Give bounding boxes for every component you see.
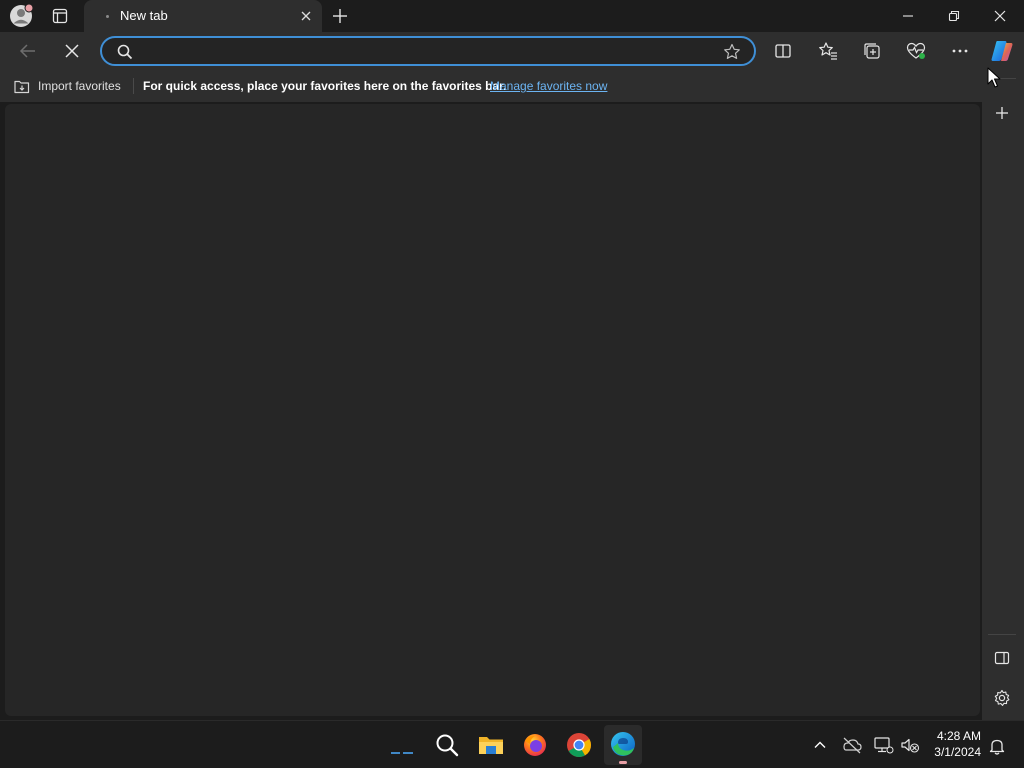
split-screen-button[interactable] <box>772 40 794 62</box>
restore-icon <box>948 10 960 22</box>
sidebar <box>982 70 1024 720</box>
taskbar-chrome[interactable] <box>565 731 593 759</box>
running-indicator <box>619 761 627 764</box>
sidebar-add-button[interactable] <box>992 103 1012 123</box>
chevron-up-icon <box>814 741 826 748</box>
manage-favorites-link[interactable]: Manage favorites now <box>490 79 607 93</box>
network-icon <box>874 737 894 754</box>
heart-pulse-icon <box>906 42 926 59</box>
screen: New tab Import favorites For quick acces… <box>0 0 1024 768</box>
taskbar-file-explorer[interactable] <box>477 731 505 759</box>
tab-title: New tab <box>120 8 168 23</box>
network-status[interactable] <box>872 735 894 755</box>
address-input[interactable] <box>142 42 702 60</box>
sidebar-divider-bottom <box>988 634 1016 635</box>
copilot-button[interactable] <box>988 38 1016 64</box>
plus-icon <box>996 107 1008 119</box>
volume-status[interactable] <box>899 735 921 755</box>
settings-and-more-button[interactable] <box>949 40 971 62</box>
import-favorites-button[interactable]: Import favorites <box>12 76 128 96</box>
onedrive-status[interactable] <box>841 735 863 755</box>
close-icon <box>301 11 311 21</box>
hide-sidebar-button[interactable] <box>992 648 1012 668</box>
edge-icon <box>611 732 635 756</box>
stop-loading-button[interactable] <box>61 40 83 62</box>
chrome-icon <box>567 733 591 758</box>
taskbar-firefox[interactable] <box>521 731 549 759</box>
taskbar-edge[interactable] <box>604 725 642 765</box>
file-explorer-icon <box>479 737 503 754</box>
tab-close-button[interactable] <box>298 8 314 24</box>
minimize-icon <box>903 15 913 17</box>
sidebar-panel-icon <box>994 651 1010 665</box>
taskbar-widgets[interactable] <box>388 731 416 759</box>
favorites-divider <box>133 78 134 94</box>
plus-icon <box>333 9 347 23</box>
cloud-offline-icon <box>843 737 862 754</box>
collections-icon <box>864 43 880 59</box>
close-icon <box>994 10 1006 22</box>
arrow-left-icon <box>19 44 35 58</box>
search-icon <box>117 44 133 60</box>
more-horizontal-icon <box>952 49 968 53</box>
cursor-arrow-icon <box>987 67 1001 88</box>
favorites-button[interactable] <box>817 40 839 62</box>
toolbar <box>0 32 1024 70</box>
vertical-tabs-icon <box>52 8 68 24</box>
volume-muted-icon <box>901 738 920 753</box>
address-bar[interactable] <box>100 36 756 66</box>
new-tab-button[interactable] <box>330 6 350 26</box>
search-icon <box>436 734 459 757</box>
tab-favicon <box>106 15 109 18</box>
collections-button[interactable] <box>861 40 883 62</box>
page-content[interactable] <box>5 104 980 716</box>
import-favorites-icon <box>14 80 30 94</box>
browser-essentials-button[interactable] <box>905 40 927 62</box>
firefox-icon <box>524 734 546 756</box>
split-screen-icon <box>775 44 791 58</box>
favorites-icon <box>819 42 837 60</box>
back-button[interactable] <box>17 40 39 62</box>
tab-actions-button[interactable] <box>50 6 70 26</box>
title-bar: New tab <box>0 0 1024 32</box>
star-icon[interactable] <box>722 42 742 62</box>
bell-icon <box>989 739 1005 755</box>
minimize-button[interactable] <box>898 6 918 26</box>
taskbar-search[interactable] <box>433 731 461 759</box>
clock-time[interactable]: 4:28 AM <box>926 729 981 743</box>
profile-avatar[interactable] <box>8 4 34 28</box>
taskbar: 4:28 AM 3/1/2024 <box>0 720 1024 768</box>
favorites-bar-message: For quick access, place your favorites h… <box>143 79 507 93</box>
close-window-button[interactable] <box>990 6 1010 26</box>
import-favorites-label: Import favorites <box>38 79 121 93</box>
clock-date[interactable]: 3/1/2024 <box>926 745 981 759</box>
notifications-button[interactable] <box>986 735 1008 757</box>
copilot-icon <box>991 41 1013 61</box>
favorites-bar: Import favorites For quick access, place… <box>0 70 1024 102</box>
widgets-icon <box>391 752 413 754</box>
tab-new-tab[interactable]: New tab <box>84 0 322 32</box>
gear-icon <box>994 689 1010 706</box>
show-hidden-icons-button[interactable] <box>810 735 830 755</box>
mouse-cursor <box>987 67 1001 89</box>
restore-button[interactable] <box>944 6 964 26</box>
sidebar-settings-button[interactable] <box>992 688 1012 708</box>
close-icon <box>65 44 79 58</box>
profile-icon <box>10 4 34 27</box>
